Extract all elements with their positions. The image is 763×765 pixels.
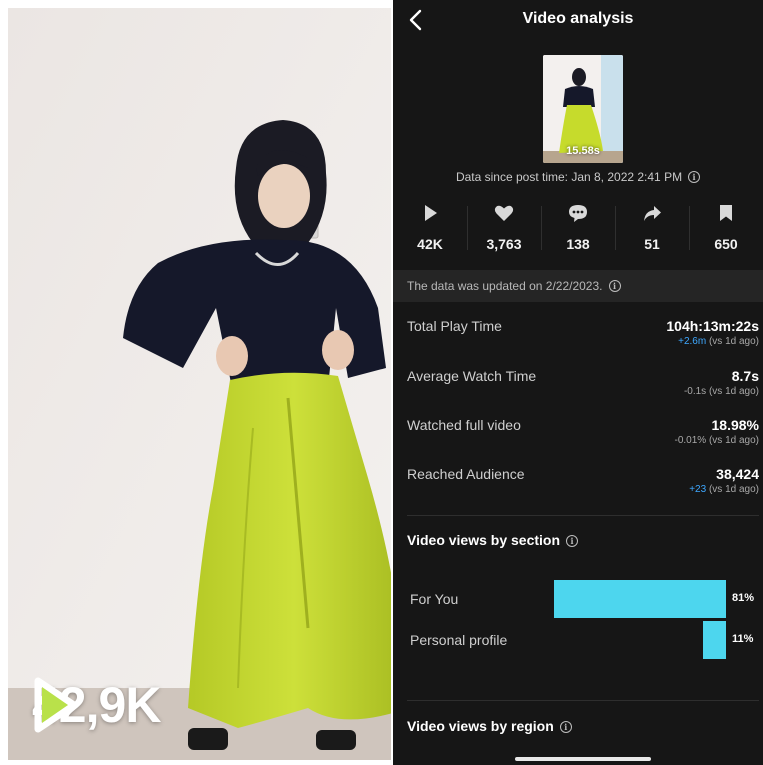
stat-comments: 138 [541,198,615,260]
update-text: The data was updated on 2/22/2023. [407,279,603,293]
person-photo [8,8,391,760]
metric-value: 38,424 [716,466,759,482]
delta-suffix: (vs 1d ago) [708,484,759,495]
stat-value: 138 [566,236,590,252]
metric-value: 8.7s [731,368,759,384]
heart-icon [494,205,514,221]
info-icon[interactable]: i [608,280,621,292]
divider [407,700,759,701]
stat-plays: 42K [393,198,467,260]
bar-fill [554,580,726,618]
metric-delta: -0.01% (vs 1d ago) [675,435,760,446]
post-time-row: Data since post time: Jan 8, 2022 2:41 P… [393,170,763,184]
metric-average-watch-time: Average Watch Time 8.7s -0.1s (vs 1d ago… [407,364,759,408]
delta-value: -0.01% [674,435,707,446]
delta-value: +2.6m [678,336,707,347]
section-title-text: Video views by region [407,718,554,734]
bar-row-for-you: For You 81% [393,580,763,620]
delta-value: -0.1s [683,386,707,397]
bar-percent: 11% [732,633,754,645]
views-overlay: 42,9K [32,676,161,734]
top-bar: Video analysis [393,0,763,40]
play-icon [425,205,437,221]
home-indicator [515,757,651,761]
info-icon[interactable]: i [688,171,701,183]
play-triangle-icon [34,677,78,733]
delta-suffix: (vs 1d ago) [708,386,759,397]
info-icon[interactable]: i [559,721,572,733]
metric-delta: -0.1s (vs 1d ago) [684,386,759,397]
info-icon[interactable]: i [566,535,579,547]
stat-value: 3,763 [486,236,522,252]
bar-label: For You [410,591,459,607]
comment-icon [569,205,587,222]
views-by-region-title: Video views by region i [407,718,572,734]
page-title: Video analysis [522,10,634,27]
bookmark-icon [720,205,732,221]
metric-reached-audience: Reached Audience 38,424 +23 (vs 1d ago) [407,462,759,506]
video-analysis-screen: Video analysis 15.58s Data since post ti… [393,0,763,765]
bar-percent: 81% [732,592,755,604]
divider [407,515,759,516]
metric-label: Average Watch Time [407,368,537,384]
metric-label: Watched full video [407,417,521,433]
metric-label: Reached Audience [407,466,525,482]
metric-watched-full-video: Watched full video 18.98% -0.01% (vs 1d … [407,413,759,457]
delta-suffix: (vs 1d ago) [708,435,759,446]
video-duration: 15.58s [566,145,600,157]
delta-value: +23 [689,484,707,495]
metric-total-play-time: Total Play Time 104h:13m:22s +2.6m (vs 1… [407,314,759,358]
metric-value: 18.98% [711,417,759,433]
bar-fill [703,621,726,659]
video-thumbnail[interactable]: 15.58s [543,55,623,163]
metric-label: Total Play Time [407,318,502,334]
video-photo: 42,9K [8,8,391,760]
stat-likes: 3,763 [467,198,541,260]
bar-label: Personal profile [410,632,508,648]
stat-value: 42K [417,236,443,252]
section-title-text: Video views by section [407,532,561,548]
data-update-banner: The data was updated on 2/22/2023. i [393,270,763,302]
engagement-stats: 42K 3,763 138 51 650 [393,198,763,260]
views-by-section-title: Video views by section i [407,532,579,548]
metric-delta: +2.6m (vs 1d ago) [678,336,759,347]
metric-value: 104h:13m:22s [666,318,759,334]
stat-value: 650 [714,236,738,252]
metric-delta: +23 (vs 1d ago) [689,484,759,495]
stat-shares: 51 [615,198,689,260]
bar-row-personal-profile: Personal profile 11% [393,621,763,661]
stat-value: 51 [644,236,660,252]
delta-suffix: (vs 1d ago) [708,336,759,347]
stat-saves: 650 [689,198,763,260]
post-time-text: Data since post time: Jan 8, 2022 2:41 P… [455,170,683,184]
share-icon [644,206,661,221]
